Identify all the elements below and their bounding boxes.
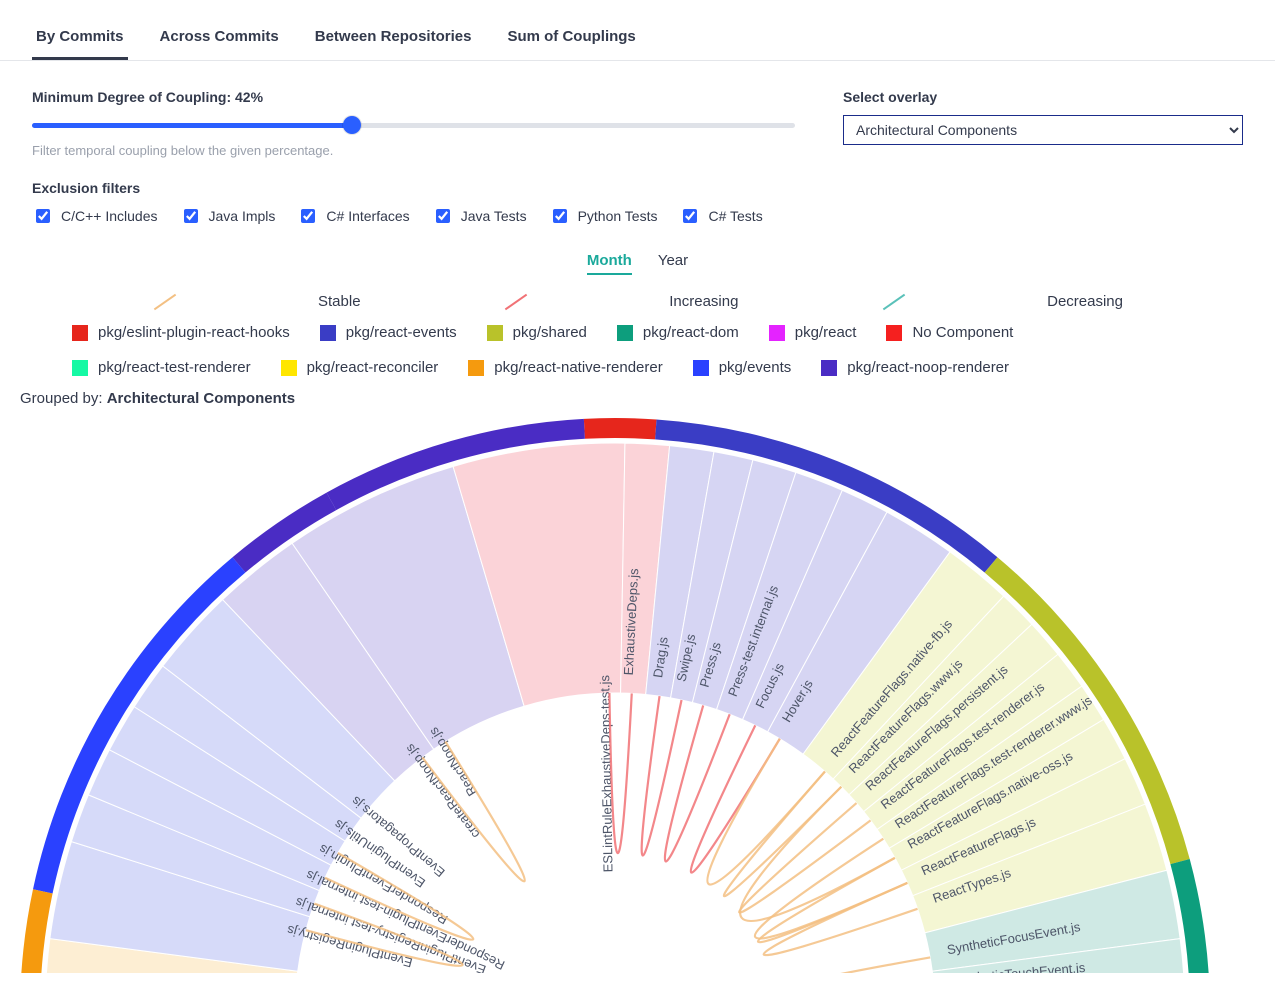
check-python-tests[interactable]: Python Tests [549, 206, 658, 226]
trend-legend-decreasing-label: Decreasing [1047, 293, 1123, 310]
component-legend-label: pkg/eslint-plugin-react-hooks [98, 324, 290, 341]
exclusion-filters: C/C++ Includes Java Impls C# Interfaces … [32, 206, 1243, 226]
component-legend-item[interactable]: pkg/events [693, 359, 792, 376]
tab-by-commits[interactable]: By Commits [32, 20, 128, 60]
chord-link[interactable] [773, 957, 933, 973]
trend-legend-stable-label: Stable [318, 293, 361, 310]
check-java-impls-label: Java Impls [209, 208, 276, 224]
check-c-cpp-includes-label: C/C++ Includes [61, 208, 158, 224]
check-java-impls-input[interactable] [184, 209, 198, 223]
grouped-by-value: Architectural Components [107, 390, 295, 407]
check-csharp-tests-label: C# Tests [708, 208, 762, 224]
trend-legend: Stable Increasing Decreasing [32, 293, 1243, 310]
trend-legend-stable: Stable [152, 293, 361, 310]
check-csharp-interfaces[interactable]: C# Interfaces [297, 206, 409, 226]
check-java-tests[interactable]: Java Tests [432, 206, 527, 226]
component-legend-item[interactable]: pkg/react-events [320, 324, 457, 341]
check-c-cpp-includes-input[interactable] [36, 209, 50, 223]
check-python-tests-label: Python Tests [578, 208, 658, 224]
check-csharp-tests-input[interactable] [683, 209, 697, 223]
overlay-select[interactable]: Architectural Components [843, 115, 1243, 145]
component-legend-item[interactable]: pkg/react-reconciler [281, 359, 439, 376]
exclusion-filters-label: Exclusion filters [32, 180, 1243, 196]
component-swatch [281, 360, 297, 376]
component-legend-label: pkg/shared [513, 324, 587, 341]
trend-swatch-stable [154, 293, 176, 310]
component-legend-label: pkg/events [719, 359, 792, 376]
component-legend-item[interactable]: pkg/react-dom [617, 324, 739, 341]
component-legend-item[interactable]: pkg/shared [487, 324, 587, 341]
component-legend: pkg/eslint-plugin-react-hooks pkg/react-e… [32, 324, 1243, 376]
component-swatch [769, 325, 785, 341]
chord-link[interactable] [764, 883, 918, 955]
coupling-slider-help: Filter temporal coupling below the given… [32, 143, 795, 158]
tab-across-commits[interactable]: Across Commits [156, 20, 283, 60]
component-legend-item[interactable]: pkg/eslint-plugin-react-hooks [72, 324, 290, 341]
component-legend-label: pkg/react-noop-renderer [847, 359, 1009, 376]
component-legend-label: pkg/react [795, 324, 857, 341]
component-legend-label: pkg/react-test-renderer [98, 359, 251, 376]
component-legend-label: pkg/react-events [346, 324, 457, 341]
chord-outer-arc[interactable] [584, 418, 657, 439]
check-csharp-interfaces-input[interactable] [301, 209, 315, 223]
chord-link[interactable] [707, 739, 825, 885]
check-python-tests-input[interactable] [553, 209, 567, 223]
tab-sum-of-couplings[interactable]: Sum of Couplings [503, 20, 639, 60]
component-swatch [468, 360, 484, 376]
overlay-label: Select overlay [843, 89, 1243, 105]
component-swatch [72, 325, 88, 341]
component-swatch [886, 325, 902, 341]
check-csharp-tests[interactable]: C# Tests [679, 206, 762, 226]
component-legend-item[interactable]: No Component [886, 324, 1013, 341]
coupling-slider[interactable] [32, 115, 795, 135]
period-toggle: Month Year [32, 252, 1243, 275]
component-swatch [693, 360, 709, 376]
chord-chart[interactable]: ReactFiberReconciler.jsReactFiber.jsReac… [0, 413, 1230, 973]
chord-link[interactable] [739, 803, 870, 912]
grouped-by-prefix: Grouped by: [20, 390, 107, 407]
tab-between-repositories[interactable]: Between Repositories [311, 20, 476, 60]
chord-link[interactable] [691, 725, 780, 872]
component-legend-item[interactable]: pkg/react-native-renderer [468, 359, 662, 376]
trend-swatch-decreasing [883, 293, 905, 310]
coupling-slider-label: Minimum Degree of Coupling: 42% [32, 89, 795, 105]
period-year[interactable]: Year [658, 252, 688, 275]
component-legend-item[interactable]: pkg/react-test-renderer [72, 359, 251, 376]
component-legend-label: pkg/react-native-renderer [494, 359, 662, 376]
trend-swatch-increasing [505, 293, 527, 310]
grouped-by: Grouped by: Architectural Components [20, 390, 1243, 407]
component-swatch [320, 325, 336, 341]
trend-legend-decreasing: Decreasing [881, 293, 1123, 310]
component-swatch [487, 325, 503, 341]
chord-file-label: ESLintRuleExhaustiveDeps-test.js [597, 675, 615, 873]
component-swatch [821, 360, 837, 376]
check-java-tests-input[interactable] [436, 209, 450, 223]
component-legend-label: No Component [912, 324, 1013, 341]
check-c-cpp-includes[interactable]: C/C++ Includes [32, 206, 158, 226]
component-legend-label: pkg/react-dom [643, 324, 739, 341]
component-swatch [72, 360, 88, 376]
chord-link[interactable] [642, 696, 682, 855]
component-legend-item[interactable]: pkg/react [769, 324, 857, 341]
component-legend-label: pkg/react-reconciler [307, 359, 439, 376]
trend-legend-increasing: Increasing [503, 293, 738, 310]
check-java-impls[interactable]: Java Impls [180, 206, 276, 226]
coupling-slider-thumb[interactable] [343, 116, 361, 134]
component-legend-item[interactable]: pkg/react-noop-renderer [821, 359, 1009, 376]
check-java-tests-label: Java Tests [461, 208, 527, 224]
check-csharp-interfaces-label: C# Interfaces [326, 208, 409, 224]
period-month[interactable]: Month [587, 252, 632, 275]
trend-legend-increasing-label: Increasing [669, 293, 738, 310]
component-swatch [617, 325, 633, 341]
tabs-bar: By Commits Across Commits Between Reposi… [0, 20, 1275, 61]
